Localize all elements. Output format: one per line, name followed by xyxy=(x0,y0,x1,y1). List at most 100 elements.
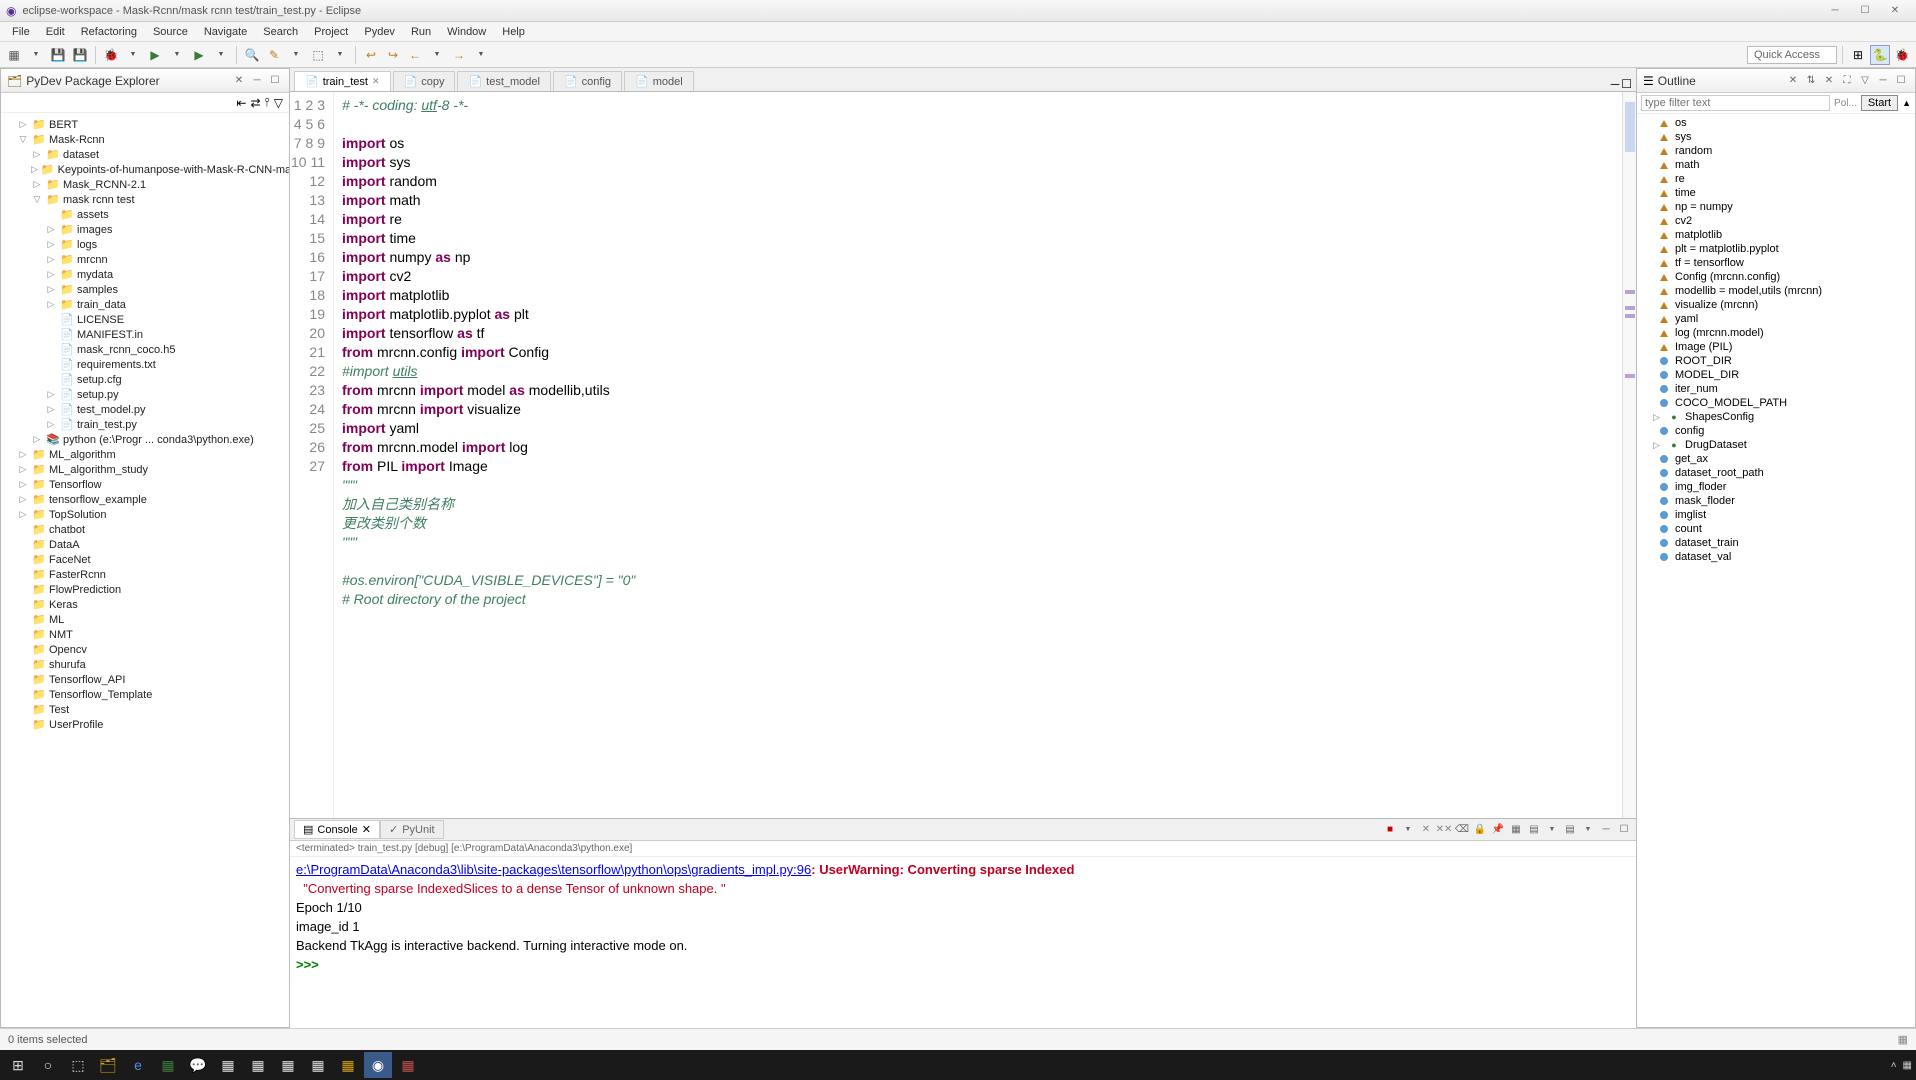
outline-item[interactable]: visualize (mrcnn) xyxy=(1639,298,1913,312)
link-editor-icon[interactable]: ⇄ xyxy=(250,96,260,110)
menu-window[interactable]: Window xyxy=(439,24,494,40)
tree-arrow-icon[interactable]: ▷ xyxy=(17,449,29,460)
outline-item[interactable]: time xyxy=(1639,186,1913,200)
tree-item[interactable]: 📁Tensorflow_API xyxy=(3,672,287,687)
back-button[interactable]: ↩ xyxy=(361,45,381,65)
task-view-icon[interactable]: ⬚ xyxy=(64,1052,92,1078)
save-all-button[interactable]: 💾 xyxy=(70,45,90,65)
nav-back-button[interactable]: ← xyxy=(405,45,425,65)
tree-arrow-icon[interactable]: ▷ xyxy=(45,404,57,415)
tree-item[interactable]: 📁chatbot xyxy=(3,522,287,537)
dropdown-icon[interactable]: ▼ xyxy=(1580,822,1596,838)
outline-item[interactable]: tf = tensorflow xyxy=(1639,256,1913,270)
menu-edit[interactable]: Edit xyxy=(38,24,73,40)
outline-item[interactable]: imglist xyxy=(1639,508,1913,522)
terminate-icon[interactable]: ■ xyxy=(1382,822,1398,838)
maximize-icon[interactable]: ☐ xyxy=(1621,77,1632,91)
tree-item[interactable]: ▷📁BERT xyxy=(3,117,287,132)
tree-item[interactable]: ▷📁Mask_RCNN-2.1 xyxy=(3,177,287,192)
outline-item[interactable]: ROOT_DIR xyxy=(1639,354,1913,368)
tree-item[interactable]: ▽📁Mask-Rcnn xyxy=(3,132,287,147)
run-button[interactable]: ▶ xyxy=(145,45,165,65)
nav-forward-button[interactable]: → xyxy=(449,45,469,65)
tray-icon[interactable]: ▦ xyxy=(1903,1060,1912,1071)
tree-arrow-icon[interactable]: ▷ xyxy=(45,284,57,295)
tree-arrow-icon[interactable]: ▷ xyxy=(17,494,29,505)
tree-item[interactable]: ▷📁ML_algorithm_study xyxy=(3,462,287,477)
maximize-icon[interactable]: ☐ xyxy=(1893,73,1909,89)
menu-source[interactable]: Source xyxy=(145,24,196,40)
outline-item[interactable]: dataset_val xyxy=(1639,550,1913,564)
tree-arrow-icon[interactable]: ▷ xyxy=(45,269,57,280)
tree-item[interactable]: 📄requirements.txt xyxy=(3,357,287,372)
minimize-icon[interactable]: ─ xyxy=(249,73,265,89)
tree-item[interactable]: ▷📁logs xyxy=(3,237,287,252)
minimize-icon[interactable]: ─ xyxy=(1875,73,1891,89)
outline-item[interactable]: sys xyxy=(1639,130,1913,144)
dropdown-icon[interactable]: ▼ xyxy=(330,45,350,65)
open-perspective-button[interactable]: ⊞ xyxy=(1848,45,1868,65)
outline-item[interactable]: random xyxy=(1639,144,1913,158)
app-icon[interactable]: ▦ xyxy=(394,1052,422,1078)
outline-item[interactable]: dataset_root_path xyxy=(1639,466,1913,480)
minimize-icon[interactable]: ─ xyxy=(1611,77,1620,91)
outline-item[interactable]: os xyxy=(1639,116,1913,130)
menu-help[interactable]: Help xyxy=(494,24,533,40)
tree-item[interactable]: ▷📁images xyxy=(3,222,287,237)
tree-item[interactable]: 📄LICENSE xyxy=(3,312,287,327)
tree-arrow-icon[interactable]: ▷ xyxy=(31,179,43,190)
edit-button[interactable]: ✎ xyxy=(264,45,284,65)
eclipse-taskbar-icon[interactable]: ◉ xyxy=(364,1052,392,1078)
search-button[interactable]: 🔍 xyxy=(242,45,262,65)
close-button[interactable]: ✕ xyxy=(1880,2,1910,20)
outline-list[interactable]: ossysrandommathretimenp = numpycv2matplo… xyxy=(1637,114,1915,1027)
tree-item[interactable]: ▷📁samples xyxy=(3,282,287,297)
outline-item[interactable]: ▷●DrugDataset xyxy=(1639,438,1913,452)
sort-icon[interactable]: ⇅ xyxy=(1803,73,1819,89)
tree-arrow-icon[interactable]: ▷ xyxy=(45,299,57,310)
view-menu-icon[interactable]: ▽ xyxy=(1857,73,1873,89)
menu-run[interactable]: Run xyxy=(403,24,439,40)
tree-arrow-icon[interactable]: ▷ xyxy=(17,119,29,130)
tree-item[interactable]: 📁UserProfile xyxy=(3,717,287,732)
tree-arrow-icon[interactable]: ▷ xyxy=(45,419,57,430)
pydev-perspective-button[interactable]: 🐍 xyxy=(1870,45,1890,65)
tree-item[interactable]: 📁assets xyxy=(3,207,287,222)
editor-tab-copy[interactable]: 📄copy xyxy=(393,71,456,91)
expand-arrow-icon[interactable]: ▷ xyxy=(1653,440,1663,451)
editor-tab-model[interactable]: 📄model xyxy=(624,71,694,91)
outline-item[interactable]: get_ax xyxy=(1639,452,1913,466)
tree-item[interactable]: ▷📁train_data xyxy=(3,297,287,312)
tree-arrow-icon[interactable]: ▷ xyxy=(45,239,57,250)
debug-perspective-button[interactable]: 🐞 xyxy=(1892,45,1912,65)
scroll-lock-icon[interactable]: 🔒 xyxy=(1472,822,1488,838)
tree-arrow-icon[interactable]: ▷ xyxy=(45,224,57,235)
debug-button[interactable]: 🐞 xyxy=(101,45,121,65)
new-button[interactable]: ▦ xyxy=(4,45,24,65)
tree-arrow-icon[interactable]: ▽ xyxy=(31,194,43,205)
outline-item[interactable]: modellib = model,utils (mrcnn) xyxy=(1639,284,1913,298)
outline-item[interactable]: COCO_MODEL_PATH xyxy=(1639,396,1913,410)
dropdown-icon[interactable]: ▼ xyxy=(26,45,46,65)
app-icon[interactable]: ▦ xyxy=(304,1052,332,1078)
tree-arrow-icon[interactable]: ▷ xyxy=(45,389,57,400)
tree-item[interactable]: ▷📁TopSolution xyxy=(3,507,287,522)
overview-ruler[interactable] xyxy=(1622,92,1636,818)
clear-icon[interactable]: ⌫ xyxy=(1454,822,1470,838)
outline-item[interactable]: cv2 xyxy=(1639,214,1913,228)
editor-tab-config[interactable]: 📄config xyxy=(553,71,622,91)
tree-item[interactable]: 📁FaceNet xyxy=(3,552,287,567)
wechat-icon[interactable]: 💬 xyxy=(184,1052,212,1078)
console-output[interactable]: e:\ProgramData\Anaconda3\lib\site-packag… xyxy=(290,857,1636,1028)
tree-item[interactable]: 📄MANIFEST.in xyxy=(3,327,287,342)
tree-arrow-icon[interactable]: ▷ xyxy=(31,149,43,160)
app-icon[interactable]: ▦ xyxy=(154,1052,182,1078)
close-icon[interactable]: ✕ xyxy=(1785,73,1801,89)
new-console-icon[interactable]: ▤ xyxy=(1562,822,1578,838)
tree-arrow-icon[interactable]: ▷ xyxy=(17,509,29,520)
menu-project[interactable]: Project xyxy=(306,24,356,40)
outline-start-button[interactable]: Start xyxy=(1861,95,1898,111)
tree-item[interactable]: 📁Test xyxy=(3,702,287,717)
tree-item[interactable]: ▷📁Tensorflow xyxy=(3,477,287,492)
outline-item[interactable]: dataset_train xyxy=(1639,536,1913,550)
